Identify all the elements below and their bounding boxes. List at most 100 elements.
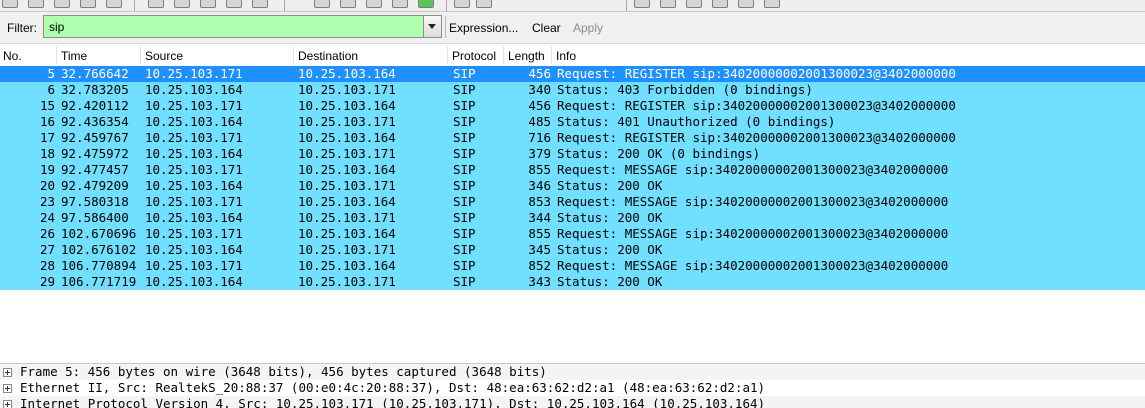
toolbar-icon[interactable] xyxy=(476,0,492,8)
toolbar-icon[interactable] xyxy=(764,0,780,8)
toolbar-icon[interactable] xyxy=(738,0,754,8)
column-header-source[interactable]: Source xyxy=(145,49,183,63)
packet-row[interactable]: 24 97.586400 10.25.103.164 10.25.103.171 SIP… xyxy=(0,210,1145,226)
packet-row[interactable]: 28 106.770894 10.25.103.171 10.25.103.164 SI… xyxy=(0,258,1145,274)
packet-row[interactable]: 17 92.459767 10.25.103.171 10.25.103.164 SIP… xyxy=(0,130,1145,146)
packet-length: 852 xyxy=(528,258,551,273)
packet-row[interactable]: 15 92.420112 10.25.103.171 10.25.103.164 SIP… xyxy=(0,98,1145,114)
toolbar-icon[interactable] xyxy=(106,0,122,8)
packet-time: 92.479209 xyxy=(61,178,129,193)
filter-separator xyxy=(445,16,446,38)
toolbar-icon[interactable] xyxy=(314,0,330,8)
packet-source: 10.25.103.164 xyxy=(145,242,243,257)
packet-info: Status: 403 Forbidden (0 bindings) xyxy=(557,82,813,97)
toolbar-icon[interactable] xyxy=(454,0,470,8)
packet-source: 10.25.103.164 xyxy=(145,210,243,225)
column-divider[interactable] xyxy=(447,46,448,64)
packet-row[interactable]: 27 102.676102 10.25.103.164 10.25.103.171 SI… xyxy=(0,242,1145,258)
toolbar-icon[interactable] xyxy=(712,0,728,8)
packet-no: 23 xyxy=(39,194,55,209)
packet-no: 5 xyxy=(47,66,55,81)
packet-time: 97.580318 xyxy=(61,194,129,209)
toolbar-icon[interactable] xyxy=(660,0,676,8)
packet-time: 92.477457 xyxy=(61,162,129,177)
packet-time: 92.420112 xyxy=(61,98,129,113)
packet-time: 92.436354 xyxy=(61,114,129,129)
expand-plus-icon[interactable] xyxy=(3,384,12,393)
column-header-time[interactable]: Time xyxy=(61,49,87,63)
toolbar-icon[interactable] xyxy=(252,0,268,8)
packet-length: 485 xyxy=(528,114,551,129)
packet-protocol: SIP xyxy=(453,274,476,289)
toolbar-icon[interactable] xyxy=(148,0,164,8)
packet-info: Request: MESSAGE sip:3402000000200130002… xyxy=(557,162,949,177)
packet-row[interactable]: 29 106.771719 10.25.103.164 10.25.103.171 SI… xyxy=(0,274,1145,290)
packet-row[interactable]: 16 92.436354 10.25.103.164 10.25.103.171 SIP… xyxy=(0,114,1145,130)
packet-row[interactable]: 26 102.670696 10.25.103.171 10.25.103.164 SI… xyxy=(0,226,1145,242)
detail-row-ethernet[interactable]: Ethernet II, Src: RealtekS_20:88:37 (00:… xyxy=(0,380,1145,396)
column-divider[interactable] xyxy=(293,46,294,64)
toolbar-separator xyxy=(446,0,447,11)
column-header-protocol[interactable]: Protocol xyxy=(452,49,496,63)
packet-destination: 10.25.103.171 xyxy=(298,274,396,289)
column-header-length[interactable]: Length xyxy=(508,49,545,63)
packet-info: Status: 200 OK xyxy=(557,210,663,225)
column-header-no[interactable]: No. xyxy=(3,49,22,63)
column-header-info[interactable]: Info xyxy=(556,49,576,63)
packet-destination: 10.25.103.164 xyxy=(298,130,396,145)
packet-time: 97.586400 xyxy=(61,210,129,225)
packet-protocol: SIP xyxy=(453,66,476,81)
packet-row[interactable]: 23 97.580318 10.25.103.171 10.25.103.164 SIP… xyxy=(0,194,1145,210)
toolbar-icon[interactable] xyxy=(200,0,216,8)
toolbar-icon[interactable] xyxy=(418,0,434,8)
toolbar-separator xyxy=(134,0,135,11)
packet-row[interactable]: 6 32.783205 10.25.103.164 10.25.103.171 SIP 3… xyxy=(0,82,1145,98)
toolbar-icon[interactable] xyxy=(28,0,44,8)
toolbar-icon[interactable] xyxy=(686,0,702,8)
expression-button[interactable]: Expression... xyxy=(449,21,518,35)
filter-toolbar: Filter: Expression... Clear Apply xyxy=(0,12,1145,44)
toolbar-icon[interactable] xyxy=(366,0,382,8)
packet-length: 853 xyxy=(528,194,551,209)
toolbar-icon[interactable] xyxy=(174,0,190,8)
toolbar-icon[interactable] xyxy=(392,0,408,8)
filter-history-dropdown[interactable] xyxy=(424,15,442,38)
packet-no: 20 xyxy=(39,178,55,193)
packet-no: 19 xyxy=(39,162,55,177)
packet-protocol: SIP xyxy=(453,82,476,97)
packet-rows: 5 32.766642 10.25.103.171 10.25.103.164 SIP 4… xyxy=(0,66,1145,290)
column-divider[interactable] xyxy=(551,46,552,64)
toolbar-icon[interactable] xyxy=(634,0,650,8)
filter-input[interactable] xyxy=(43,15,424,38)
packet-row[interactable]: 19 92.477457 10.25.103.171 10.25.103.164 SIP… xyxy=(0,162,1145,178)
packet-no: 16 xyxy=(39,114,55,129)
column-divider[interactable] xyxy=(140,46,141,64)
packet-row[interactable]: 5 32.766642 10.25.103.171 10.25.103.164 SIP 4… xyxy=(0,66,1145,82)
packet-no: 18 xyxy=(39,146,55,161)
toolbar-separator xyxy=(626,0,627,11)
packet-info: Request: REGISTER sip:340200000020013000… xyxy=(557,66,956,81)
packet-list[interactable]: No. Time Source Destination Protocol Len… xyxy=(0,44,1145,361)
toolbar-icon[interactable] xyxy=(340,0,356,8)
packet-time: 106.770894 xyxy=(61,258,137,273)
packet-time: 102.670696 xyxy=(61,226,137,241)
clear-button[interactable]: Clear xyxy=(532,21,561,35)
packet-protocol: SIP xyxy=(453,162,476,177)
toolbar-icon[interactable] xyxy=(80,0,96,8)
toolbar-icon[interactable] xyxy=(54,0,70,8)
apply-button[interactable]: Apply xyxy=(573,21,603,35)
detail-row-text: Frame 5: 456 bytes on wire (3648 bits), … xyxy=(20,364,547,379)
detail-row-ipv4[interactable]: Internet Protocol Version 4, Src: 10.25.… xyxy=(0,396,1145,408)
filter-label: Filter: xyxy=(7,21,37,35)
toolbar-icon[interactable] xyxy=(2,0,18,8)
detail-row-frame[interactable]: Frame 5: 456 bytes on wire (3648 bits), … xyxy=(0,364,1145,380)
packet-info: Request: REGISTER sip:340200000020013000… xyxy=(557,98,956,113)
toolbar-icon[interactable] xyxy=(226,0,242,8)
expand-plus-icon[interactable] xyxy=(3,368,12,377)
packet-row[interactable]: 18 92.475972 10.25.103.164 10.25.103.171 SIP… xyxy=(0,146,1145,162)
column-divider[interactable] xyxy=(56,46,57,64)
column-divider[interactable] xyxy=(503,46,504,64)
packet-row[interactable]: 20 92.479209 10.25.103.164 10.25.103.171 SIP… xyxy=(0,178,1145,194)
packet-length: 379 xyxy=(528,146,551,161)
column-header-destination[interactable]: Destination xyxy=(298,49,358,63)
